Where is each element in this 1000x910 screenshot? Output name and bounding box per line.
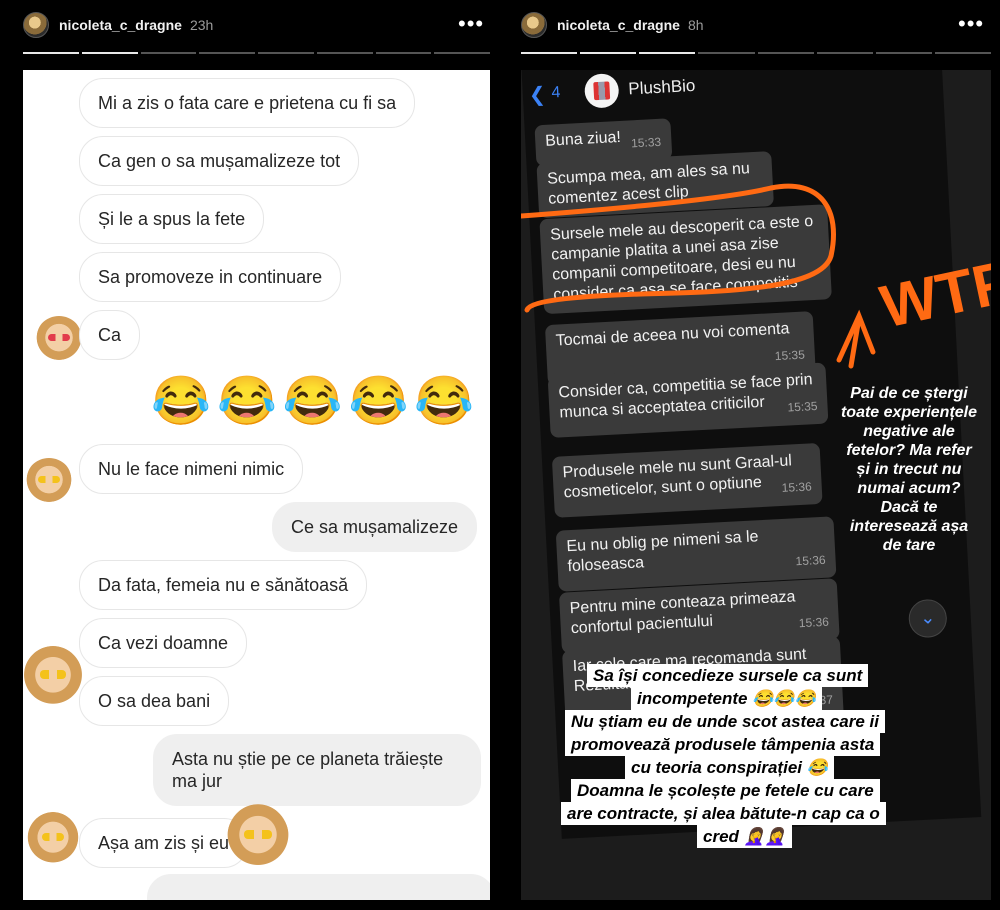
caption-line: Doamna le școlește pe fetele cu care — [571, 779, 880, 802]
contact-avatar[interactable] — [583, 72, 620, 109]
message-bubble: Ca vezi doamne — [79, 618, 248, 668]
chat-message: Produsele mele nu sunt Graal-ul cosmetic… — [551, 442, 823, 518]
message-bubble: Așa am zis și eu — [79, 818, 249, 868]
profile-avatar[interactable] — [23, 12, 49, 38]
more-options-icon[interactable]: ••• — [458, 13, 484, 35]
chat-header: ❮ 4 PlushBio — [522, 70, 944, 120]
caption-line: Sa își concedieze sursele ca sunt — [587, 664, 869, 687]
memoji-avatar-icon — [25, 458, 73, 506]
message-bubble: Ca gen o sa mușamalizeze tot — [79, 136, 360, 186]
contact-name[interactable]: PlushBio — [628, 76, 696, 99]
caption-line: incompetente 😂😂😂 — [631, 687, 822, 710]
post-time: 8h — [687, 17, 704, 33]
message-bubble: Sa promoveze in continuare — [79, 252, 342, 302]
message-bubble-outgoing: Ce sa mușamalizeze — [272, 502, 478, 552]
memoji-avatar-icon — [35, 316, 83, 364]
chat-message: Consider ca, competitia se face prin mun… — [547, 362, 829, 438]
right-story-header: nicoleta_c_dragne 8h — [521, 0, 704, 50]
username[interactable]: nicoleta_c_dragne — [557, 17, 680, 33]
left-story-header: nicoleta_c_dragne 23h — [23, 0, 213, 50]
caption-line: cu teoria conspirației 😂 — [625, 756, 834, 779]
caption-line: Nu știam eu de unde scot astea care ii — [565, 710, 886, 733]
message-bubble: Și le a spus la fete — [79, 194, 265, 244]
story-progress-bar — [23, 52, 490, 55]
back-count[interactable]: 4 — [551, 84, 561, 102]
dm-screenshot-left: Mi a zis o fata care e prietena cu fi sa… — [23, 70, 490, 900]
message-bubble: Mi a zis o fata care e prietena cu fi sa — [79, 78, 416, 128]
back-icon[interactable]: ❮ — [528, 81, 546, 107]
emoji-message: 😂😂😂😂😂 — [151, 375, 480, 428]
side-caption: Pai de ce ștergi toate experiențele nega… — [840, 385, 978, 554]
scroll-down-icon[interactable]: ⌄ — [907, 598, 948, 639]
message-bubble: Da fata, femeia nu e sănătoasă — [79, 560, 368, 610]
memoji-avatar-icon — [23, 646, 83, 710]
message-bubble: Ca — [79, 310, 141, 360]
message-bubble-outgoing — [147, 874, 490, 900]
memoji-avatar-icon — [27, 812, 79, 868]
caption-line: cred 🤦‍♀️🤦‍♀️ — [697, 825, 792, 848]
caption-line: are contracte, și alea bătute-n cap ca o — [561, 802, 886, 825]
message-bubble: Nu le face nimeni nimic — [79, 444, 304, 494]
memoji-sticker-icon — [227, 804, 289, 872]
chat-message: Sursele mele au descoperit ca este o cam… — [539, 204, 832, 315]
caption-line: promovează produsele tâmpenia asta — [565, 733, 881, 756]
dm-screenshot-right: ❮ 4 PlushBio Buna ziua! 15:33 Scumpa mea,… — [521, 70, 991, 900]
username[interactable]: nicoleta_c_dragne — [59, 17, 182, 33]
story-progress-bar — [521, 52, 991, 55]
message-bubble: O sa dea bani — [79, 676, 230, 726]
post-time: 23h — [189, 17, 214, 33]
profile-avatar[interactable] — [521, 12, 547, 38]
message-bubble-outgoing: Asta nu știe pe ce planeta trăiește ma j… — [153, 734, 481, 806]
more-options-icon[interactable]: ••• — [958, 13, 984, 35]
